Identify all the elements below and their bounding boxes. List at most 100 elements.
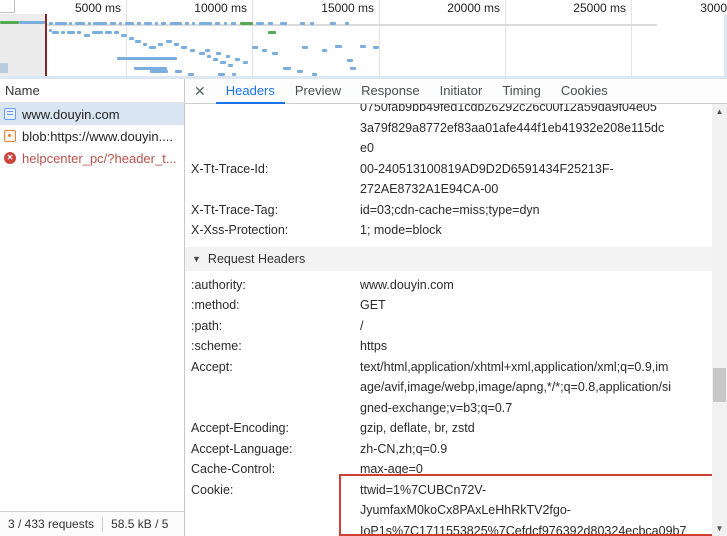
tab-preview[interactable]: Preview [285,79,351,104]
tab-timing[interactable]: Timing [492,79,551,104]
waterfall-bar [199,52,205,55]
waterfall-bar [235,58,240,61]
waterfall-bar [119,22,122,25]
waterfall-bar [228,64,233,67]
header-row: X-Xss-Protection:1; mode=block [185,220,727,241]
header-value-line: 3a79f829a8772ef83aa01afe444f1eb41932e208… [360,118,717,139]
waterfall-bar [88,22,91,25]
waterfall-bar [61,31,65,34]
tab-initiator[interactable]: Initiator [430,79,493,104]
waterfall-bar [170,22,182,25]
waterfall-bar [129,37,134,40]
header-value-line: 1; mode=block [360,220,717,241]
ruler-label: 15000 ms [321,1,374,15]
waterfall-bar [143,43,147,46]
waterfall-bar [205,49,210,52]
scroll-down-icon[interactable]: ▼ [712,521,727,536]
header-name: Cache-Control: [185,459,360,480]
header-row: :authority:www.douyin.com [185,275,727,296]
network-overview-timeline[interactable]: 5000 ms10000 ms15000 ms20000 ms25000 ms3… [0,0,727,79]
header-row: :scheme:https [185,336,727,357]
ruler-gridline [379,0,380,76]
header-value-line: gned-exchange;v=b3;q=0.7 [360,398,717,419]
waterfall-bar [158,43,163,46]
status-bar: 3 / 433 requests 58.5 kB / 5 [0,511,184,536]
header-name: :scheme: [185,336,360,357]
waterfall-bar [49,22,53,25]
waterfall-bar [92,31,103,34]
waterfall-bar [192,22,195,25]
header-name [185,104,360,159]
ruler-gridline [252,0,253,76]
request-headers-section[interactable]: ▼Request Headers [185,247,727,271]
request-row[interactable]: www.douyin.com [0,103,184,125]
header-value-line: www.douyin.com [360,275,717,296]
waterfall-bar [360,45,366,48]
error-icon: ✕ [4,152,16,164]
ruler-label: 5000 ms [75,1,121,15]
waterfall-bar [252,46,258,49]
header-name: :authority: [185,275,360,296]
details-tab-bar: ✕ HeadersPreviewResponseInitiatorTimingC… [185,79,727,104]
tab-headers[interactable]: Headers [216,79,285,104]
header-value: gzip, deflate, br, zstd [360,418,727,439]
waterfall-bar [150,70,168,73]
header-value-line: max-age=0 [360,459,717,480]
overview-drag-handle[interactable] [0,63,8,73]
request-label: helpcenter_pc/?header_t... [22,151,177,166]
chevron-down-icon: ▼ [192,247,201,271]
scrollbar-thumb[interactable] [713,368,726,402]
waterfall-bar [185,22,189,25]
header-name: Accept-Encoding: [185,418,360,439]
waterfall-bar [335,45,342,48]
close-icon[interactable]: ✕ [185,83,216,100]
waterfall-bar [144,22,152,25]
request-row[interactable]: blob:https://www.douyin.... [0,125,184,147]
waterfall-bar [135,40,141,43]
waterfall-bar [280,22,287,25]
tab-cookies[interactable]: Cookies [551,79,618,104]
ruler-label: 25000 ms [573,1,626,15]
vertical-scrollbar[interactable]: ▲ ▼ [712,104,727,536]
waterfall-bar [155,22,158,25]
header-name: Accept: [185,357,360,419]
name-column-header[interactable]: Name [0,79,184,103]
header-row: Accept-Encoding:gzip, deflate, br, zstd [185,418,727,439]
waterfall-bar [268,22,273,25]
header-value: 1; mode=block [360,220,727,241]
waterfall-bar [231,22,236,25]
waterfall-bar [181,46,187,49]
scroll-up-icon[interactable]: ▲ [712,104,727,119]
blob-icon [4,130,16,142]
header-value-line: gzip, deflate, br, zstd [360,418,717,439]
waterfall-bar [110,22,116,25]
waterfall-bar [272,52,278,55]
waterfall-bar [0,21,19,24]
header-value: ttwid=1%7CUBCn72V-JyumfaxM0koCx8PAxLeHhR… [360,480,727,536]
waterfall-bar [137,22,141,25]
waterfall-bar [114,31,119,34]
header-value: 0750fab9bb49fed1cdb26292c26c00f12a59da9f… [360,104,727,159]
header-value-line: 00-240513100819AD9D2D6591434F25213F- [360,159,717,180]
waterfall-bar [262,49,267,52]
waterfall-bar [220,61,226,64]
load-event-line [45,14,47,76]
header-value-line: 272AE8732A1E94CA-00 [360,179,717,200]
transfer-size: 58.5 kB / 5 [103,517,176,531]
header-row: Cookie:ttwid=1%7CUBCn72V-JyumfaxM0koCx8P… [185,480,727,536]
waterfall-bar [69,22,72,25]
waterfall-bar [190,49,195,52]
header-value-line: GET [360,295,717,316]
waterfall-bar [93,22,107,25]
tab-response[interactable]: Response [351,79,430,104]
header-value: www.douyin.com [360,275,727,296]
request-details-panel: ✕ HeadersPreviewResponseInitiatorTimingC… [185,79,727,536]
waterfall-bar [117,57,177,60]
waterfall-bar [297,70,303,73]
waterfall-bar [330,22,336,25]
header-value: zh-CN,zh;q=0.9 [360,439,727,460]
header-value-line: text/html,application/xhtml+xml,applicat… [360,357,717,378]
waterfall-bar [55,22,67,25]
request-row[interactable]: ✕ helpcenter_pc/?header_t... [0,147,184,169]
header-value: GET [360,295,727,316]
